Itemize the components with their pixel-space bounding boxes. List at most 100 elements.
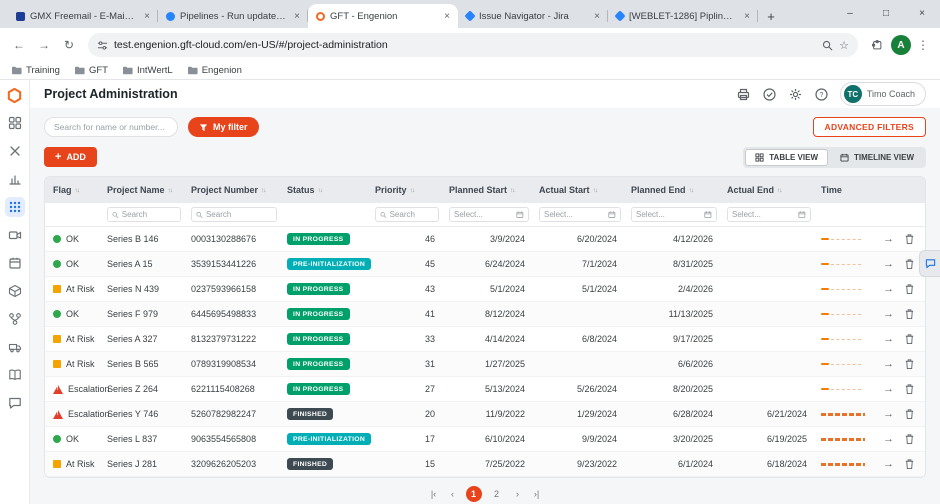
sort-icon[interactable]: ↑↓	[168, 187, 173, 194]
sidebar-item-dashboard[interactable]	[5, 113, 25, 133]
back-button[interactable]: ←	[8, 34, 30, 56]
column-header-priority[interactable]: Priority↑↓	[375, 185, 449, 195]
sidebar-item-apps[interactable]	[5, 197, 25, 217]
column-header-status[interactable]: Status↑↓	[287, 185, 375, 195]
table-row[interactable]: Escalation Series Z 264 6221115408268 IN…	[45, 377, 925, 402]
sidebar-item-package[interactable]	[5, 281, 25, 301]
tab-gmx[interactable]: GMX Freemail - E-Mail made in ... ×	[8, 4, 158, 28]
planned-start-filter[interactable]	[449, 207, 529, 222]
project-number-filter[interactable]	[191, 207, 277, 222]
table-row[interactable]: At Risk Series N 439 0237593966158 IN PR…	[45, 277, 925, 302]
open-row-icon[interactable]: →	[883, 234, 894, 245]
tab-gft-engenion[interactable]: GFT - Engenion ×	[308, 4, 458, 28]
tab-close-icon[interactable]: ×	[291, 11, 303, 22]
delete-row-icon[interactable]	[904, 308, 915, 320]
column-header-flag[interactable]: Flag↑↓	[53, 185, 107, 195]
bookmark-engenion[interactable]: Engenion	[188, 65, 242, 76]
sidebar-item-chat[interactable]	[5, 393, 25, 413]
table-view-button[interactable]: TABLE VIEW	[745, 149, 828, 166]
open-row-icon[interactable]: →	[883, 409, 894, 420]
print-icon[interactable]	[736, 87, 751, 102]
sort-icon[interactable]: ↑↓	[410, 187, 415, 194]
page-2-button[interactable]: 2	[489, 486, 505, 502]
priority-filter[interactable]	[375, 207, 439, 222]
bookmark-training[interactable]: Training	[12, 65, 60, 76]
sidebar-item-tools[interactable]	[5, 141, 25, 161]
new-tab-button[interactable]: +	[758, 4, 784, 28]
site-settings-icon[interactable]	[97, 40, 108, 51]
tab-jira-navigator[interactable]: Issue Navigator - Jira ×	[458, 4, 608, 28]
tab-close-icon[interactable]: ×	[591, 11, 603, 22]
next-page-button[interactable]: ›	[512, 489, 524, 499]
timeline-view-button[interactable]: TIMELINE VIEW	[830, 149, 924, 166]
settings-gear-icon[interactable]	[788, 87, 803, 102]
table-row[interactable]: At Risk Series B 565 0789319908534 IN PR…	[45, 352, 925, 377]
delete-row-icon[interactable]	[904, 233, 915, 245]
check-circle-icon[interactable]	[762, 87, 777, 102]
actual-end-filter[interactable]	[727, 207, 811, 222]
extensions-icon[interactable]	[866, 34, 888, 56]
help-icon[interactable]: ?	[814, 87, 829, 102]
sidebar-item-calendar[interactable]	[5, 253, 25, 273]
sort-icon[interactable]: ↑↓	[318, 187, 323, 194]
sidebar-item-network[interactable]	[5, 309, 25, 329]
table-row[interactable]: OK Series F 979 6445695498833 IN PROGRES…	[45, 302, 925, 327]
open-row-icon[interactable]: →	[883, 284, 894, 295]
table-row[interactable]: OK Series B 146 0003130288676 IN PROGRES…	[45, 227, 925, 252]
zoom-icon[interactable]	[822, 40, 833, 51]
tab-close-icon[interactable]: ×	[441, 11, 453, 22]
forward-button[interactable]: →	[33, 34, 55, 56]
column-header-project-number[interactable]: Project Number↑↓	[191, 185, 287, 195]
close-button[interactable]: ×	[904, 0, 940, 28]
sidebar-item-chart[interactable]	[5, 169, 25, 189]
delete-row-icon[interactable]	[904, 333, 915, 345]
delete-row-icon[interactable]	[904, 258, 915, 270]
my-filter-button[interactable]: My filter	[188, 117, 259, 137]
sort-icon[interactable]: ↑↓	[261, 187, 266, 194]
sort-icon[interactable]: ↑↓	[75, 187, 80, 194]
table-row[interactable]: OK Series A 15 3539153441226 PRE-INITIAL…	[45, 252, 925, 277]
open-row-icon[interactable]: →	[883, 434, 894, 445]
open-row-icon[interactable]: →	[883, 384, 894, 395]
browser-menu-icon[interactable]: ⋮	[914, 38, 932, 52]
table-row[interactable]: At Risk Series A 327 8132379731222 IN PR…	[45, 327, 925, 352]
page-1-button[interactable]: 1	[466, 486, 482, 502]
bookmark-gft[interactable]: GFT	[75, 65, 108, 76]
column-header-planned-start[interactable]: Planned Start↑↓	[449, 185, 539, 195]
table-row[interactable]: OK Series L 837 9063554565808 PRE-INITIA…	[45, 427, 925, 452]
table-row[interactable]: Escalation Series Y 746 5260782982247 FI…	[45, 402, 925, 427]
open-row-icon[interactable]: →	[883, 309, 894, 320]
tab-jira-issue[interactable]: [WEBLET-1286] Piplines not wo... ×	[608, 4, 758, 28]
maximize-button[interactable]: □	[868, 0, 904, 28]
url-text[interactable]: test.engenion.gft-cloud.com/en-US/#/proj…	[114, 39, 816, 51]
url-bar[interactable]: test.engenion.gft-cloud.com/en-US/#/proj…	[88, 33, 858, 57]
column-header-actual-start[interactable]: Actual Start↑↓	[539, 185, 631, 195]
delete-row-icon[interactable]	[904, 408, 915, 420]
delete-row-icon[interactable]	[904, 358, 915, 370]
sort-icon[interactable]: ↑↓	[689, 187, 694, 194]
profile-avatar[interactable]: A	[891, 35, 911, 55]
search-input[interactable]	[44, 117, 178, 137]
column-header-project-name[interactable]: Project Name↑↓	[107, 185, 191, 195]
delete-row-icon[interactable]	[904, 458, 915, 470]
prev-page-button[interactable]: ‹	[447, 489, 459, 499]
reload-button[interactable]: ↻	[58, 34, 80, 56]
tab-close-icon[interactable]: ×	[141, 11, 153, 22]
open-row-icon[interactable]: →	[883, 359, 894, 370]
sort-icon[interactable]: ↑↓	[510, 187, 515, 194]
open-row-icon[interactable]: →	[883, 459, 894, 470]
column-header-planned-end[interactable]: Planned End↑↓	[631, 185, 727, 195]
minimize-button[interactable]: –	[832, 0, 868, 28]
first-page-button[interactable]: |‹	[428, 489, 440, 499]
open-row-icon[interactable]: →	[883, 259, 894, 270]
last-page-button[interactable]: ›|	[531, 489, 543, 499]
planned-end-filter[interactable]	[631, 207, 717, 222]
sidebar-item-media[interactable]	[5, 225, 25, 245]
delete-row-icon[interactable]	[904, 383, 915, 395]
sidebar-item-docs[interactable]	[5, 365, 25, 385]
add-button[interactable]: + ADD	[44, 147, 97, 167]
delete-row-icon[interactable]	[904, 283, 915, 295]
open-row-icon[interactable]: →	[883, 334, 894, 345]
table-row[interactable]: At Risk Series J 281 3209626205203 FINIS…	[45, 452, 925, 477]
column-header-actual-end[interactable]: Actual End↑↓	[727, 185, 821, 195]
